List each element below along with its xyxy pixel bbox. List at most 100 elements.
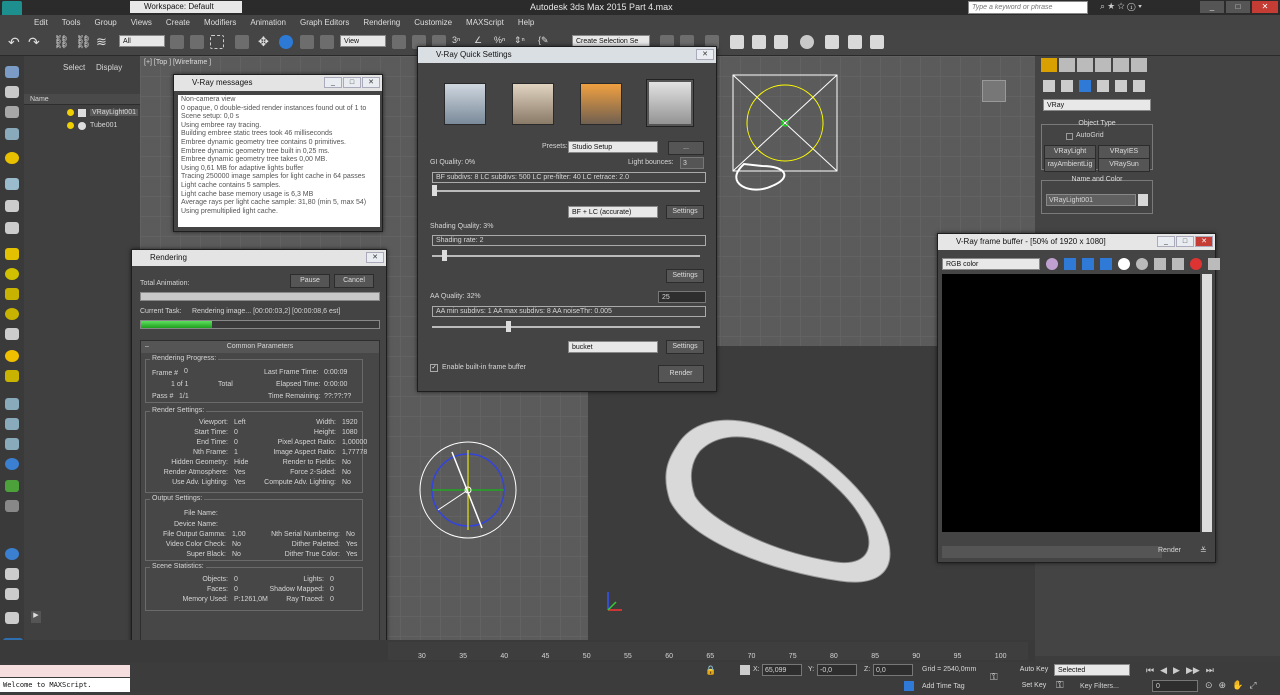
menu-item-graph-editors[interactable]: Graph Editors xyxy=(300,18,349,27)
spacewarp-icon[interactable] xyxy=(5,222,19,234)
scroll-arrow[interactable]: ▶ xyxy=(31,611,41,623)
teapot-icon[interactable] xyxy=(5,370,19,382)
time-tag-icon[interactable] xyxy=(904,681,914,691)
particle-icon[interactable] xyxy=(5,398,19,410)
playback-controls[interactable]: ⏮ ◀ ▶ ▶▶ ⏭ xyxy=(1146,665,1214,676)
set-key-icon[interactable]: ⚿ xyxy=(1056,680,1064,691)
tube-object[interactable] xyxy=(650,401,910,606)
menu-item-maxscript[interactable]: MAXScript xyxy=(466,18,504,27)
angle-snap-icon[interactable]: ∠ xyxy=(474,35,482,46)
vraylight-button[interactable]: VRayLight xyxy=(1044,145,1096,159)
maxscript-listener[interactable]: Welcome to MAXScript. xyxy=(0,678,130,692)
render-production-icon[interactable] xyxy=(870,35,884,49)
auto-key-button[interactable]: Auto Key xyxy=(1016,664,1052,678)
vfb-bottom-toolbar[interactable] xyxy=(942,546,1162,558)
vrayies-button[interactable]: VRayIES xyxy=(1098,145,1150,159)
menu-item-create[interactable]: Create xyxy=(166,18,190,27)
tab-display[interactable]: Display xyxy=(96,63,122,72)
current-frame-field[interactable]: 0 xyxy=(1152,680,1198,692)
vfb-toolbar-icons[interactable] xyxy=(1046,258,1220,270)
slider-handle[interactable] xyxy=(505,321,511,332)
edit-named-sets-icon[interactable]: {✎ xyxy=(538,35,549,46)
pivot-icon[interactable] xyxy=(392,35,406,49)
messages-log[interactable]: Non-camera view 0 opaque, 0 double-sided … xyxy=(178,95,380,227)
window-title[interactable]: V-Ray frame buffer - [50% of 1920 x 1080… xyxy=(938,234,1215,250)
table-icon[interactable] xyxy=(5,128,19,140)
tool-icon[interactable] xyxy=(5,418,19,430)
window-controls[interactable]: _ □ ✕ xyxy=(1200,1,1278,13)
hair-icon[interactable] xyxy=(5,500,19,512)
vfb-render-button[interactable]: Render xyxy=(1158,547,1181,554)
eye-icon[interactable] xyxy=(5,66,19,78)
scale-icon[interactable] xyxy=(300,35,314,49)
rotate-icon[interactable] xyxy=(279,35,293,49)
create-category-icons[interactable] xyxy=(1043,80,1153,94)
snaps-toggle-icon[interactable]: 3ⁿ xyxy=(452,35,460,45)
bind-space-warp-icon[interactable]: ≋ xyxy=(96,34,107,50)
preset-exterior-icon[interactable] xyxy=(444,83,486,125)
render-setup-icon[interactable] xyxy=(825,35,839,49)
torus-icon[interactable] xyxy=(5,308,19,320)
shape-icon[interactable] xyxy=(5,178,19,190)
schematic-view-icon[interactable] xyxy=(774,35,788,49)
selection-key-dropdown[interactable]: Selected xyxy=(1054,664,1130,676)
window-controls[interactable]: ✕ xyxy=(696,49,714,60)
workspace-dropdown[interactable]: Workspace: Default xyxy=(130,1,242,13)
lock-icon[interactable]: 🔒 xyxy=(705,665,716,676)
relative-mode-icon[interactable] xyxy=(740,665,750,675)
presets-dropdown[interactable]: Studio Setup xyxy=(568,141,658,153)
select-object-icon[interactable] xyxy=(170,35,184,49)
wireframe-light-left[interactable] xyxy=(418,440,522,544)
window-controls[interactable]: ✕ xyxy=(366,252,384,263)
navigation-controls[interactable]: ⊙ ⊕ ✋ ⤢ xyxy=(1205,680,1257,691)
render-button[interactable]: Render xyxy=(658,365,704,383)
key-icon[interactable]: ⚿ xyxy=(990,672,998,683)
layout-icon[interactable] xyxy=(5,588,19,600)
link-icon[interactable]: ⛓ xyxy=(53,34,70,50)
menu-item-customize[interactable]: Customize xyxy=(414,18,452,27)
key-filters-button[interactable]: Key Filters... xyxy=(1080,683,1119,690)
wireframe-light-top[interactable] xyxy=(732,74,842,198)
sphere-blue-icon[interactable] xyxy=(5,548,19,560)
cancel-button[interactable]: Cancel xyxy=(334,274,374,288)
channel-dropdown[interactable]: RGB color xyxy=(942,258,1040,270)
vfb-expand-icon[interactable]: ≚ xyxy=(1200,546,1207,555)
selection-filter-dropdown[interactable]: All xyxy=(119,35,165,47)
helper-icon[interactable] xyxy=(5,200,19,212)
name-column-header[interactable]: Name xyxy=(24,94,140,105)
menu-item-tools[interactable]: Tools xyxy=(62,18,81,27)
z-coordinate-field[interactable]: 0,0 xyxy=(873,664,913,676)
curve-editor-icon[interactable] xyxy=(752,35,766,49)
window-controls[interactable]: _ □ ✕ xyxy=(1157,236,1213,247)
vrayambientlight-button[interactable]: rayAmbientLig xyxy=(1044,158,1096,172)
tab-select[interactable]: Select xyxy=(63,63,85,72)
preset-studio-icon[interactable] xyxy=(646,79,694,127)
select-by-name-icon[interactable] xyxy=(190,35,204,49)
search-input[interactable] xyxy=(968,1,1088,14)
percent-snap-icon[interactable]: %ⁿ xyxy=(494,35,505,45)
autogrid-checkbox[interactable] xyxy=(1066,133,1073,140)
object-name-field[interactable]: VRayLight001 xyxy=(1046,194,1136,206)
globe-icon[interactable] xyxy=(5,458,19,470)
preset-interior-icon[interactable] xyxy=(512,83,554,125)
select-place-icon[interactable] xyxy=(320,35,334,49)
pause-button[interactable]: Pause xyxy=(290,274,330,288)
snapshot-icon[interactable] xyxy=(5,568,19,580)
window-crossing-icon[interactable] xyxy=(235,35,249,49)
help-icons[interactable]: ⌕ ★ ☆ ⓘ ▾ xyxy=(1100,1,1142,12)
renderer-category-dropdown[interactable]: VRay xyxy=(1043,99,1151,111)
light-icon[interactable] xyxy=(5,152,19,164)
gi-engine-dropdown[interactable]: BF + LC (accurate) xyxy=(568,206,658,218)
layers-icon[interactable] xyxy=(5,86,19,98)
rendered-frame-window-icon[interactable] xyxy=(848,35,862,49)
menu-item-modifiers[interactable]: Modifiers xyxy=(204,18,236,27)
y-coordinate-field[interactable]: -0,0 xyxy=(817,664,857,676)
menu-item-rendering[interactable]: Rendering xyxy=(363,18,400,27)
settings-icon[interactable] xyxy=(5,612,19,624)
spinner-snap-icon[interactable]: ⇕ⁿ xyxy=(514,35,525,46)
object-color-swatch[interactable] xyxy=(1138,194,1148,206)
vfb-scrollbar[interactable] xyxy=(1202,274,1212,532)
sun-icon[interactable] xyxy=(5,350,19,362)
list-item[interactable]: Tube001 xyxy=(24,121,140,133)
sphere-icon[interactable] xyxy=(5,268,19,280)
